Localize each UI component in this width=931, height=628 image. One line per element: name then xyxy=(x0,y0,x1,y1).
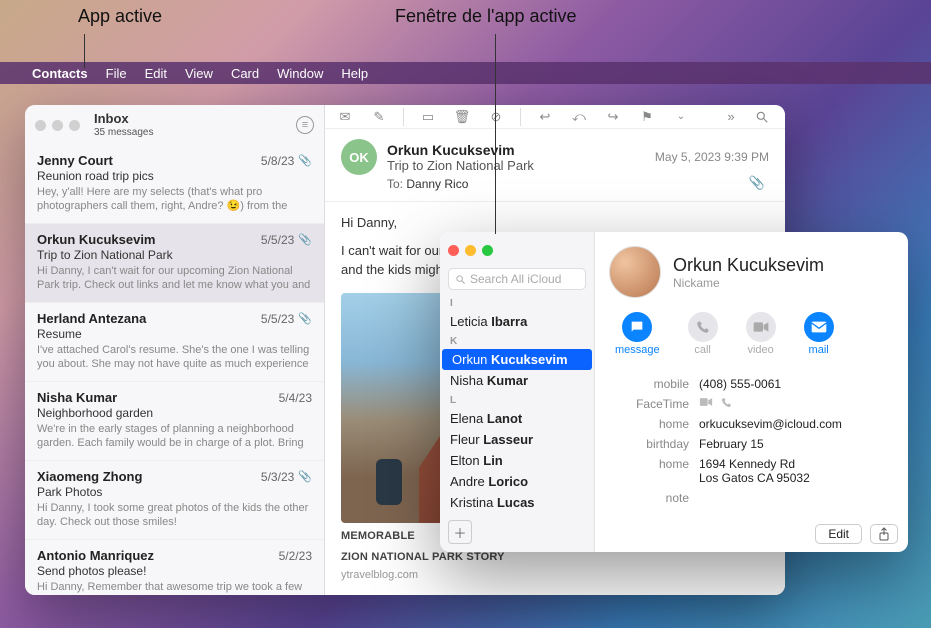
search-input[interactable]: Search All iCloud xyxy=(448,268,586,290)
inbox-header: Inbox 35 messages xyxy=(94,112,153,137)
field-mobile[interactable]: (408) 555-0061 xyxy=(699,377,894,391)
more-icon[interactable]: » xyxy=(721,109,741,124)
filter-icon[interactable]: ≡ xyxy=(296,116,314,134)
traffic-lights[interactable] xyxy=(35,120,80,131)
menu-window[interactable]: Window xyxy=(277,66,323,81)
traffic-lights[interactable] xyxy=(448,245,493,256)
search-placeholder: Search All iCloud xyxy=(470,272,561,286)
reply-all-icon[interactable]: ⤺ xyxy=(569,109,589,125)
contact-nickname: Nickame xyxy=(673,276,824,290)
contact-item[interactable]: Elena Lanot xyxy=(440,408,594,429)
message-item[interactable]: Nisha Kumar5/4/23Neighborhood gardenWe'r… xyxy=(25,382,324,461)
contact-item[interactable]: Elton Lin xyxy=(440,450,594,471)
message-list: Jenny Court5/8/23📎Reunion road trip pics… xyxy=(25,145,324,595)
menu-edit[interactable]: Edit xyxy=(145,66,167,81)
callout-window-active: Fenêtre de l'app active xyxy=(395,6,577,27)
chevron-down-icon[interactable]: ⌄ xyxy=(671,111,691,122)
action-mail[interactable]: mail xyxy=(804,312,834,356)
group-header: I xyxy=(440,294,594,311)
message-to: To: Danny Rico xyxy=(387,177,468,191)
menu-file[interactable]: File xyxy=(106,66,127,81)
contact-item[interactable]: Nisha Kumar xyxy=(440,370,594,391)
contact-item[interactable]: Leticia Ibarra xyxy=(440,311,594,332)
search-icon[interactable] xyxy=(755,110,775,124)
action-video[interactable]: video xyxy=(746,312,776,356)
paperclip-icon: 📎 xyxy=(749,175,765,191)
archive-icon[interactable]: ▭ xyxy=(418,109,438,125)
action-call[interactable]: call xyxy=(688,312,718,356)
edit-button[interactable]: Edit xyxy=(815,524,862,544)
action-message[interactable]: message xyxy=(615,312,660,356)
flag-icon[interactable]: ⚑ xyxy=(637,109,657,125)
menu-card[interactable]: Card xyxy=(231,66,259,81)
junk-icon[interactable]: ⊘ xyxy=(486,109,506,125)
message-item[interactable]: Antonio Manriquez5/2/23Send photos pleas… xyxy=(25,540,324,595)
add-button[interactable]: ＋ xyxy=(448,520,472,544)
field-home-address[interactable]: 1694 Kennedy RdLos Gatos CA 95032 xyxy=(699,457,894,485)
message-subject: Trip to Zion National Park xyxy=(387,158,534,173)
field-home-email[interactable]: orkucuksevim@icloud.com xyxy=(699,417,894,431)
envelope-icon[interactable]: ✉︎ xyxy=(335,109,355,125)
menubar: Contacts File Edit View Card Window Help xyxy=(0,62,931,84)
contact-item[interactable]: Fleur Lasseur xyxy=(440,429,594,450)
contact-list: ILeticia IbarraKOrkun KucuksevimNisha Ku… xyxy=(440,294,594,552)
share-icon[interactable] xyxy=(870,524,898,544)
contacts-window: Search All iCloud ILeticia IbarraKOrkun … xyxy=(440,232,908,552)
message-item[interactable]: Orkun Kucuksevim5/5/23📎Trip to Zion Nati… xyxy=(25,224,324,303)
menu-help[interactable]: Help xyxy=(341,66,368,81)
group-header: L xyxy=(440,391,594,408)
compose-icon[interactable]: ✎ xyxy=(369,109,389,125)
message-from: Orkun Kucuksevim xyxy=(387,142,534,158)
forward-icon[interactable]: ↪︎ xyxy=(603,109,623,125)
contact-item[interactable]: Andre Lorico xyxy=(440,471,594,492)
trash-icon[interactable]: 🗑︎ xyxy=(452,109,472,125)
menu-view[interactable]: View xyxy=(185,66,213,81)
contact-item[interactable]: Kristina Lucas xyxy=(440,492,594,513)
reply-icon[interactable]: ↩︎ xyxy=(535,109,555,125)
message-date: May 5, 2023 9:39 PM xyxy=(655,150,769,164)
contact-photo[interactable] xyxy=(609,246,661,298)
message-item[interactable]: Xiaomeng Zhong5/3/23📎Park PhotosHi Danny… xyxy=(25,461,324,540)
mail-toolbar: ✉︎ ✎ ▭ 🗑︎ ⊘ ↩︎ ⤺ ↪︎ ⚑ ⌄ » xyxy=(325,105,785,129)
group-header: K xyxy=(440,332,594,349)
menubar-app-name[interactable]: Contacts xyxy=(32,66,88,81)
avatar: OK xyxy=(341,139,377,175)
field-facetime[interactable] xyxy=(699,397,894,408)
contact-name: Orkun Kucuksevim xyxy=(673,255,824,276)
field-birthday: February 15 xyxy=(699,437,894,451)
message-item[interactable]: Jenny Court5/8/23📎Reunion road trip pics… xyxy=(25,145,324,224)
message-header: OK Orkun Kucuksevim Trip to Zion Nationa… xyxy=(325,129,785,202)
callout-app-active: App active xyxy=(78,6,162,27)
message-item[interactable]: Herland Antezana5/5/23📎ResumeI've attach… xyxy=(25,303,324,382)
contact-item[interactable]: Orkun Kucuksevim xyxy=(442,349,592,370)
